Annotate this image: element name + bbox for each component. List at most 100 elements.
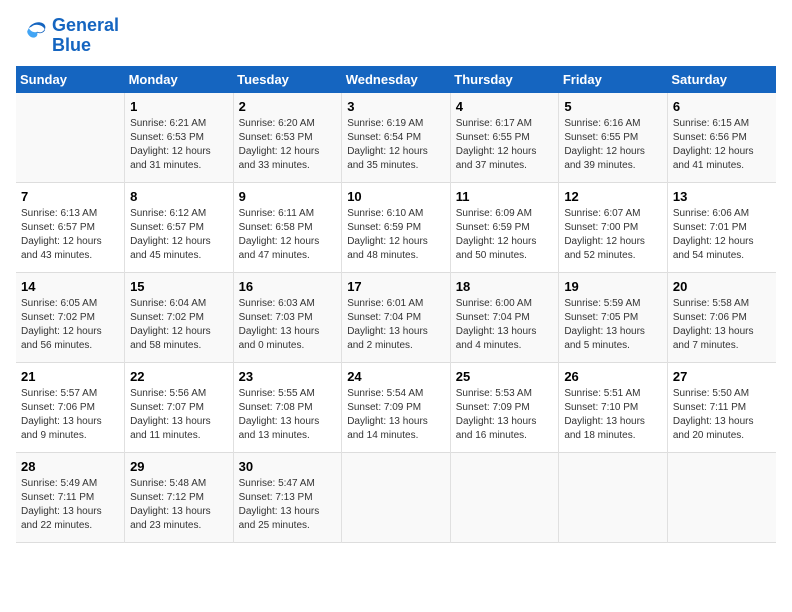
week-row-1: 1Sunrise: 6:21 AM Sunset: 6:53 PM Daylig… <box>16 93 776 183</box>
day-number: 7 <box>21 189 119 204</box>
week-row-5: 28 Sunrise: 5:49 AM Sunset: 7:11 PM Dayli… <box>16 453 776 543</box>
day-number: 21 <box>21 369 119 384</box>
calendar-cell: 4 Sunrise: 6:17 AM Sunset: 6:55 PM Daylig… <box>450 93 559 183</box>
day-number: 19 <box>564 279 662 294</box>
calendar-cell: 12 Sunrise: 6:07 AM Sunset: 7:00 PM Dayli… <box>559 183 668 273</box>
day-info: Sunrise: 6:10 AM Sunset: 6:59 PM Dayligh… <box>347 207 445 263</box>
column-header-wednesday: Wednesday <box>342 66 451 93</box>
days-header-row: SundayMondayTuesdayWednesdayThursdayFrid… <box>16 66 776 93</box>
calendar-cell: 21 Sunrise: 5:57 AM Sunset: 7:06 PM Dayli… <box>16 363 125 453</box>
calendar-cell: 3Sunrise: 6:19 AM Sunset: 6:54 PM Daylig… <box>342 93 451 183</box>
day-number: 26 <box>564 369 662 384</box>
day-info: Sunrise: 6:00 AM Sunset: 7:04 PM Dayligh… <box>456 297 554 353</box>
day-info: Sunrise: 5:58 AM Sunset: 7:06 PM Dayligh… <box>673 297 771 353</box>
day-number: 28 <box>21 459 119 474</box>
calendar-cell: 24 Sunrise: 5:54 AM Sunset: 7:09 PM Dayli… <box>342 363 451 453</box>
calendar-cell: 25 Sunrise: 5:53 AM Sunset: 7:09 PM Dayli… <box>450 363 559 453</box>
day-info: Sunrise: 5:59 AM Sunset: 7:05 PM Dayligh… <box>564 297 662 353</box>
day-number: 3 <box>347 99 445 114</box>
column-header-sunday: Sunday <box>16 66 125 93</box>
column-header-thursday: Thursday <box>450 66 559 93</box>
day-number: 12 <box>564 189 662 204</box>
day-number: 23 <box>239 369 337 384</box>
day-number: 2 <box>239 99 337 114</box>
day-info: Sunrise: 6:07 AM Sunset: 7:00 PM Dayligh… <box>564 207 662 263</box>
day-number: 27 <box>673 369 771 384</box>
calendar-cell: 16 Sunrise: 6:03 AM Sunset: 7:03 PM Dayli… <box>233 273 342 363</box>
calendar-cell: 9 Sunrise: 6:11 AM Sunset: 6:58 PM Daylig… <box>233 183 342 273</box>
logo: General Blue <box>16 16 119 56</box>
calendar-cell: 2 Sunrise: 6:20 AM Sunset: 6:53 PM Daylig… <box>233 93 342 183</box>
day-number: 13 <box>673 189 771 204</box>
day-info: Sunrise: 6:20 AM Sunset: 6:53 PM Dayligh… <box>239 117 337 173</box>
day-info: Sunrise: 6:13 AM Sunset: 6:57 PM Dayligh… <box>21 207 119 263</box>
day-info: Sunrise: 6:11 AM Sunset: 6:58 PM Dayligh… <box>239 207 337 263</box>
day-info: Sunrise: 5:53 AM Sunset: 7:09 PM Dayligh… <box>456 387 554 443</box>
day-info: Sunrise: 6:21 AM Sunset: 6:53 PM Dayligh… <box>130 117 228 173</box>
calendar-cell: 6Sunrise: 6:15 AM Sunset: 6:56 PM Daylig… <box>667 93 776 183</box>
day-info: Sunrise: 6:01 AM Sunset: 7:04 PM Dayligh… <box>347 297 445 353</box>
logo-icon <box>16 20 48 52</box>
week-row-2: 7 Sunrise: 6:13 AM Sunset: 6:57 PM Daylig… <box>16 183 776 273</box>
calendar-cell: 22 Sunrise: 5:56 AM Sunset: 7:07 PM Dayli… <box>125 363 234 453</box>
calendar-cell: 26 Sunrise: 5:51 AM Sunset: 7:10 PM Dayli… <box>559 363 668 453</box>
calendar-cell: 7 Sunrise: 6:13 AM Sunset: 6:57 PM Daylig… <box>16 183 125 273</box>
day-info: Sunrise: 5:54 AM Sunset: 7:09 PM Dayligh… <box>347 387 445 443</box>
page-header: General Blue <box>16 16 776 56</box>
calendar-cell: 14 Sunrise: 6:05 AM Sunset: 7:02 PM Dayli… <box>16 273 125 363</box>
calendar-cell <box>450 453 559 543</box>
day-number: 22 <box>130 369 228 384</box>
day-info: Sunrise: 5:50 AM Sunset: 7:11 PM Dayligh… <box>673 387 771 443</box>
day-info: Sunrise: 5:51 AM Sunset: 7:10 PM Dayligh… <box>564 387 662 443</box>
calendar-cell: 29 Sunrise: 5:48 AM Sunset: 7:12 PM Dayli… <box>125 453 234 543</box>
day-info: Sunrise: 6:09 AM Sunset: 6:59 PM Dayligh… <box>456 207 554 263</box>
column-header-monday: Monday <box>125 66 234 93</box>
day-info: Sunrise: 5:47 AM Sunset: 7:13 PM Dayligh… <box>239 477 337 533</box>
day-number: 20 <box>673 279 771 294</box>
day-number: 11 <box>456 189 554 204</box>
calendar-cell: 19 Sunrise: 5:59 AM Sunset: 7:05 PM Dayli… <box>559 273 668 363</box>
day-info: Sunrise: 5:57 AM Sunset: 7:06 PM Dayligh… <box>21 387 119 443</box>
day-number: 4 <box>456 99 554 114</box>
day-info: Sunrise: 6:17 AM Sunset: 6:55 PM Dayligh… <box>456 117 554 173</box>
week-row-4: 21 Sunrise: 5:57 AM Sunset: 7:06 PM Dayli… <box>16 363 776 453</box>
calendar-cell: 28 Sunrise: 5:49 AM Sunset: 7:11 PM Dayli… <box>16 453 125 543</box>
calendar-cell: 17 Sunrise: 6:01 AM Sunset: 7:04 PM Dayli… <box>342 273 451 363</box>
day-number: 29 <box>130 459 228 474</box>
day-number: 14 <box>21 279 119 294</box>
calendar-cell: 11 Sunrise: 6:09 AM Sunset: 6:59 PM Dayli… <box>450 183 559 273</box>
calendar-cell: 30 Sunrise: 5:47 AM Sunset: 7:13 PM Dayli… <box>233 453 342 543</box>
day-number: 24 <box>347 369 445 384</box>
day-info: Sunrise: 5:56 AM Sunset: 7:07 PM Dayligh… <box>130 387 228 443</box>
day-number: 17 <box>347 279 445 294</box>
week-row-3: 14 Sunrise: 6:05 AM Sunset: 7:02 PM Dayli… <box>16 273 776 363</box>
day-info: Sunrise: 6:03 AM Sunset: 7:03 PM Dayligh… <box>239 297 337 353</box>
day-number: 25 <box>456 369 554 384</box>
day-number: 5 <box>564 99 662 114</box>
day-number: 30 <box>239 459 337 474</box>
day-info: Sunrise: 6:04 AM Sunset: 7:02 PM Dayligh… <box>130 297 228 353</box>
day-number: 18 <box>456 279 554 294</box>
calendar-cell: 18 Sunrise: 6:00 AM Sunset: 7:04 PM Dayli… <box>450 273 559 363</box>
day-number: 16 <box>239 279 337 294</box>
day-info: Sunrise: 5:55 AM Sunset: 7:08 PM Dayligh… <box>239 387 337 443</box>
day-info: Sunrise: 5:48 AM Sunset: 7:12 PM Dayligh… <box>130 477 228 533</box>
calendar-cell: 15Sunrise: 6:04 AM Sunset: 7:02 PM Dayli… <box>125 273 234 363</box>
calendar-cell: 1Sunrise: 6:21 AM Sunset: 6:53 PM Daylig… <box>125 93 234 183</box>
day-info: Sunrise: 6:05 AM Sunset: 7:02 PM Dayligh… <box>21 297 119 353</box>
calendar-cell: 5Sunrise: 6:16 AM Sunset: 6:55 PM Daylig… <box>559 93 668 183</box>
calendar-cell: 23 Sunrise: 5:55 AM Sunset: 7:08 PM Dayli… <box>233 363 342 453</box>
calendar-cell: 27 Sunrise: 5:50 AM Sunset: 7:11 PM Dayli… <box>667 363 776 453</box>
column-header-tuesday: Tuesday <box>233 66 342 93</box>
day-number: 9 <box>239 189 337 204</box>
column-header-friday: Friday <box>559 66 668 93</box>
column-header-saturday: Saturday <box>667 66 776 93</box>
calendar-cell <box>342 453 451 543</box>
day-number: 10 <box>347 189 445 204</box>
calendar-cell <box>667 453 776 543</box>
day-number: 8 <box>130 189 228 204</box>
day-info: Sunrise: 5:49 AM Sunset: 7:11 PM Dayligh… <box>21 477 119 533</box>
day-info: Sunrise: 6:06 AM Sunset: 7:01 PM Dayligh… <box>673 207 771 263</box>
calendar-cell: 10 Sunrise: 6:10 AM Sunset: 6:59 PM Dayli… <box>342 183 451 273</box>
day-number: 6 <box>673 99 771 114</box>
